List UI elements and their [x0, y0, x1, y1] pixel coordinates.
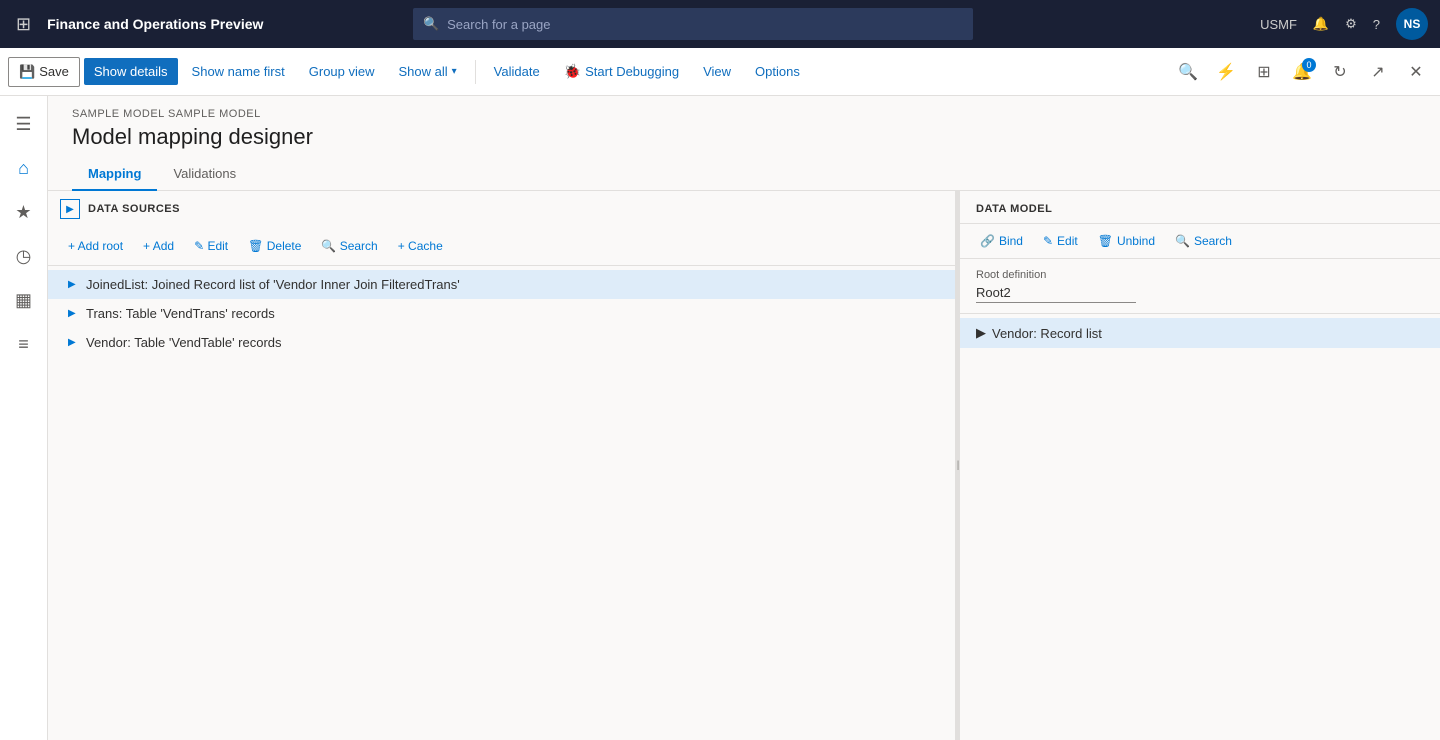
tree-item[interactable]: ▶ JoinedList: Joined Record list of 'Ven… — [48, 270, 955, 299]
global-search-box[interactable]: 🔍 — [413, 8, 973, 40]
chevron-icon: ▶ — [976, 325, 986, 341]
sidebar-hamburger-icon[interactable]: ☰ — [4, 104, 44, 144]
show-details-button[interactable]: Show details — [84, 58, 178, 85]
left-sidebar: ☰ ⌂ ★ ◷ ▦ ≡ — [0, 96, 48, 740]
search-icon: 🔍 — [423, 16, 439, 32]
data-model-panel: DATA MODEL 🔗 Bind ✎ Edit 🗑 Unbind — [960, 191, 1440, 740]
sidebar-recent-icon[interactable]: ◷ — [4, 236, 44, 276]
options-button[interactable]: Options — [745, 58, 810, 85]
refresh-icon-btn[interactable]: ↻ — [1324, 56, 1356, 88]
notification-badge-btn[interactable]: 🔔 0 — [1286, 56, 1318, 88]
settings-icon[interactable]: ⚙ — [1345, 16, 1357, 32]
debug-icon: 🐞 — [564, 63, 581, 80]
separator-1 — [475, 60, 476, 84]
data-sources-tree: ▶ JoinedList: Joined Record list of 'Ven… — [48, 266, 955, 740]
tree-item[interactable]: ▶ Vendor: Table 'VendTable' records — [48, 328, 955, 357]
root-definition-section: Root definition Root2 — [960, 259, 1440, 314]
add-button[interactable]: + Add — [135, 235, 182, 257]
app-title: Finance and Operations Preview — [47, 16, 263, 32]
connect-icon-btn[interactable]: ⚡ — [1210, 56, 1242, 88]
sidebar-workspaces-icon[interactable]: ▦ — [4, 280, 44, 320]
model-edit-button[interactable]: ✎ Edit — [1035, 230, 1086, 252]
nav-right-section: USMF 🔔 ⚙ ? NS — [1260, 8, 1428, 40]
root-definition-value[interactable]: Root2 — [976, 285, 1136, 303]
chevron-icon: ▶ — [68, 337, 80, 348]
page-header: SAMPLE MODEL SAMPLE MODEL Model mapping … — [48, 96, 1440, 158]
data-sources-header: ▶ DATA SOURCES — [48, 191, 955, 227]
action-bar: 💾 Save Show details Show name first Grou… — [0, 48, 1440, 96]
tab-bar: Mapping Validations — [48, 158, 1440, 191]
notification-badge-count: 0 — [1302, 58, 1316, 72]
panels-container: ▶ DATA SOURCES + Add root + Add ✎ Edit 🗑… — [48, 191, 1440, 740]
validate-button[interactable]: Validate — [484, 58, 550, 85]
help-icon[interactable]: ? — [1373, 17, 1380, 32]
root-definition-label: Root definition — [976, 269, 1424, 281]
save-button[interactable]: 💾 Save — [8, 57, 80, 87]
company-label[interactable]: USMF — [1260, 17, 1297, 32]
delete-button[interactable]: 🗑 Delete — [240, 235, 309, 257]
sidebar-modules-icon[interactable]: ≡ — [4, 324, 44, 364]
breadcrumb: SAMPLE MODEL SAMPLE MODEL — [72, 108, 1416, 120]
chevron-icon: ▶ — [68, 308, 80, 319]
edit-button[interactable]: ✎ Edit — [186, 235, 236, 257]
chevron-icon: ▶ — [68, 279, 80, 290]
sidebar-home-icon[interactable]: ⌂ — [4, 148, 44, 188]
view-button[interactable]: View — [693, 58, 741, 85]
add-root-button[interactable]: + Add root — [60, 235, 131, 257]
model-search-icon: 🔍 — [1175, 234, 1190, 248]
action-bar-right: 🔍 ⚡ ⊞ 🔔 0 ↻ ↗ ✕ — [1172, 56, 1432, 88]
main-layout: ☰ ⌂ ★ ◷ ▦ ≡ SAMPLE MODEL SAMPLE MODEL Mo… — [0, 96, 1440, 740]
search-button[interactable]: 🔍 Search — [313, 235, 385, 257]
chevron-down-icon: ▾ — [452, 66, 457, 77]
content-area: SAMPLE MODEL SAMPLE MODEL Model mapping … — [48, 96, 1440, 740]
sidebar-favorites-icon[interactable]: ★ — [4, 192, 44, 232]
group-view-button[interactable]: Group view — [299, 58, 385, 85]
data-model-toolbar: 🔗 Bind ✎ Edit 🗑 Unbind 🔍 Search — [960, 224, 1440, 259]
app-grid-icon[interactable]: ⊞ — [12, 10, 35, 39]
model-tree-item[interactable]: ▶ Vendor: Record list — [960, 318, 1440, 348]
search-icon-btn[interactable]: 🔍 — [1172, 56, 1204, 88]
bind-icon: 🔗 — [980, 234, 995, 248]
tab-validations[interactable]: Validations — [157, 158, 252, 191]
unbind-icon: 🗑 — [1098, 234, 1113, 248]
edit-icon: ✎ — [1043, 234, 1053, 248]
expand-icon-btn[interactable]: ⊞ — [1248, 56, 1280, 88]
show-name-first-button[interactable]: Show name first — [182, 58, 295, 85]
data-model-tree: ▶ Vendor: Record list — [960, 314, 1440, 740]
show-all-button[interactable]: Show all ▾ — [389, 58, 467, 85]
unbind-button[interactable]: 🗑 Unbind — [1090, 230, 1163, 252]
data-sources-toolbar: + Add root + Add ✎ Edit 🗑 Delete 🔍 Searc… — [48, 227, 955, 266]
top-nav-bar: ⊞ Finance and Operations Preview 🔍 USMF … — [0, 0, 1440, 48]
data-sources-panel: ▶ DATA SOURCES + Add root + Add ✎ Edit 🗑… — [48, 191, 956, 740]
notification-icon[interactable]: 🔔 — [1313, 16, 1329, 32]
tree-item[interactable]: ▶ Trans: Table 'VendTrans' records — [48, 299, 955, 328]
data-sources-section-title: DATA SOURCES — [88, 203, 180, 215]
popout-icon-btn[interactable]: ↗ — [1362, 56, 1394, 88]
close-icon-btn[interactable]: ✕ — [1400, 56, 1432, 88]
tab-mapping[interactable]: Mapping — [72, 158, 157, 191]
page-title: Model mapping designer — [72, 124, 1416, 150]
start-debugging-button[interactable]: 🐞 Start Debugging — [554, 57, 689, 86]
bind-button[interactable]: 🔗 Bind — [972, 230, 1031, 252]
user-avatar[interactable]: NS — [1396, 8, 1428, 40]
model-search-button[interactable]: 🔍 Search — [1167, 230, 1240, 252]
data-model-header: DATA MODEL — [960, 191, 1440, 224]
save-icon: 💾 — [19, 64, 35, 80]
search-input[interactable] — [447, 17, 963, 32]
cache-button[interactable]: + Cache — [390, 235, 451, 257]
panel-expand-icon[interactable]: ▶ — [60, 199, 80, 219]
